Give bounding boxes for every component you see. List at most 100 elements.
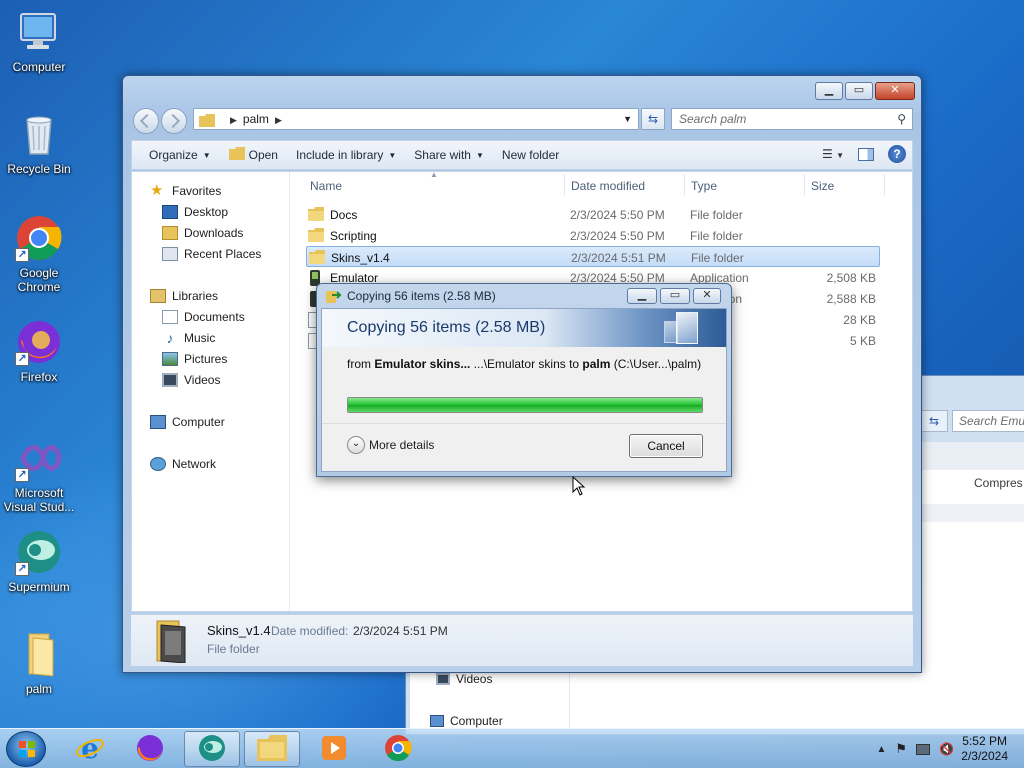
libraries-icon [150,289,166,303]
taskbar-firefox[interactable] [122,731,178,767]
column-header-type[interactable]: Type [691,179,717,193]
nav-network[interactable]: Network [132,454,290,474]
desktop-icon-computer[interactable]: Computer [0,8,78,74]
nav-documents[interactable]: Documents [132,307,290,327]
chrome-icon [383,733,413,766]
open-folder-icon [228,147,245,163]
nav-downloads[interactable]: Downloads [132,223,290,243]
start-button[interactable] [6,731,46,767]
desktop-icon-label: Recycle Bin [7,162,71,176]
open-button[interactable]: Open [220,141,287,169]
taskbar: e ▲ ⚑ 🔇 5:52 PM 2/3/2024 [0,728,1024,768]
taskbar-file-explorer[interactable] [244,731,300,767]
include-in-library-button[interactable]: Include in library ▼ [287,141,405,169]
nav-pictures[interactable]: Pictures [132,349,290,369]
svg-text:e: e [81,733,99,763]
file-date: 2/3/2024 5:51 PM [571,251,666,265]
minimize-button[interactable]: ▁ [815,82,843,100]
file-row-docs[interactable]: Docs 2/3/2024 5:50 PM File folder [306,204,880,225]
desktop-icon-recycle-bin[interactable]: Recycle Bin [0,110,78,176]
column-divider[interactable] [684,174,685,196]
new-folder-button[interactable]: New folder [493,141,568,169]
nav-label: Videos [456,672,493,686]
column-header-name[interactable]: Name [310,179,342,193]
nav-desktop[interactable]: Desktop [132,202,290,222]
close-button[interactable]: ✕ [693,288,721,304]
dropdown-arrow-icon: ▼ [388,150,397,160]
taskbar-internet-explorer[interactable]: e [62,731,118,767]
desktop-icon-palm-folder[interactable]: palm [0,630,78,696]
copy-progress-dialog[interactable]: Copying 56 items (2.58 MB) ▁ ▭ ✕ Copying… [316,283,732,477]
taskbar-media-player[interactable] [306,731,362,767]
nav-item-videos[interactable]: Videos [436,672,492,686]
search-input[interactable]: Search Emul [952,410,1024,432]
nav-item-computer[interactable]: Computer [430,714,503,728]
search-input[interactable]: Search palm ⚲ [671,108,913,130]
column-header-compressed[interactable]: Compres [974,476,1023,490]
close-button[interactable]: ✕ [875,82,915,100]
preview-pane-icon[interactable] [858,147,874,161]
volume-muted-icon[interactable]: 🔇 [939,742,954,756]
source-folder-link[interactable]: Emulator skins... [374,357,470,371]
column-divider[interactable] [564,174,565,196]
address-dropdown-icon[interactable]: ▼ [623,109,632,129]
nav-libraries[interactable]: Libraries [132,286,290,306]
taskbar-chrome[interactable] [370,731,426,767]
desktop-icon-label: Microsoft Visual Stud... [3,486,75,514]
file-size: 28 KB [843,313,876,327]
organize-button[interactable]: Organize ▼ [140,141,220,169]
dropdown-arrow-icon: ▼ [475,150,484,160]
refresh-button[interactable]: ⇆ [641,108,665,130]
help-icon[interactable]: ? [888,145,906,163]
command-bar: Organize ▼ Open Include in library ▼ Share… [131,140,913,170]
file-row-scripting[interactable]: Scripting 2/3/2024 5:50 PM File folder [306,225,880,246]
forward-button[interactable] [161,108,187,134]
more-details-toggle[interactable]: ⌄ More details [347,436,434,454]
taskbar-supermium[interactable] [184,731,240,767]
breadcrumb-arrow-icon[interactable]: ▶ [275,115,282,125]
nav-recent-places[interactable]: Recent Places [132,244,290,264]
glass-decoration [676,312,698,344]
search-icon[interactable]: ⚲ [897,112,906,126]
maximize-button[interactable]: ▭ [845,82,873,100]
computer-icon [15,8,63,56]
desktop-icon-supermium[interactable]: ↗ Supermium [0,528,78,594]
breadcrumb-palm[interactable]: palm [243,112,269,126]
file-row-skins[interactable]: Skins_v1.4 2/3/2024 5:51 PM File folder [306,246,880,267]
share-with-button[interactable]: Share with ▼ [405,141,493,169]
folder-icon [153,619,189,664]
change-view-icon[interactable]: ☰ ▼ [822,147,844,161]
toolbar-right: ☰ ▼ ? [822,145,906,163]
column-header-date[interactable]: Date modified [571,179,645,193]
refresh-icon[interactable]: ⇆ [920,410,948,432]
file-type: File folder [690,208,743,222]
file-name: Scripting [330,229,377,243]
cancel-button[interactable]: Cancel [629,434,703,458]
shortcut-arrow-icon: ↗ [15,468,29,482]
back-button[interactable] [133,108,159,134]
desktop-icon-google-chrome[interactable]: ↗ Google Chrome [0,214,78,294]
address-bar[interactable]: ▶ palm ▶ ▼ [193,108,639,130]
minimize-button[interactable]: ▁ [627,288,657,304]
nav-computer[interactable]: Computer [132,412,290,432]
open-label: Open [248,148,278,162]
desktop-icon-firefox[interactable]: ↗ Firefox [0,318,78,384]
nav-music[interactable]: ♪ Music [132,328,290,348]
nav-favorites[interactable]: ★ Favorites [132,181,290,201]
nav-label: Music [184,331,216,345]
show-hidden-icons-icon[interactable]: ▲ [876,744,886,755]
breadcrumb-arrow-icon[interactable]: ▶ [230,115,237,125]
system-tray: ▲ ⚑ 🔇 [876,741,954,757]
taskbar-clock[interactable]: 5:52 PM 2/3/2024 [961,734,1008,764]
network-icon[interactable] [916,743,931,755]
column-divider[interactable] [884,174,885,196]
nav-videos[interactable]: Videos [132,370,290,390]
desktop-icon-visual-studio[interactable]: ↗ Microsoft Visual Stud... [0,434,78,514]
action-center-flag-icon[interactable]: ⚑ [895,741,907,757]
window-controls: ▁ ▭ ✕ [815,82,915,100]
column-divider[interactable] [804,174,805,196]
maximize-button[interactable]: ▭ [660,288,690,304]
folder-icon [308,228,324,245]
destination-folder-link[interactable]: palm [582,357,610,371]
column-header-size[interactable]: Size [811,179,834,193]
